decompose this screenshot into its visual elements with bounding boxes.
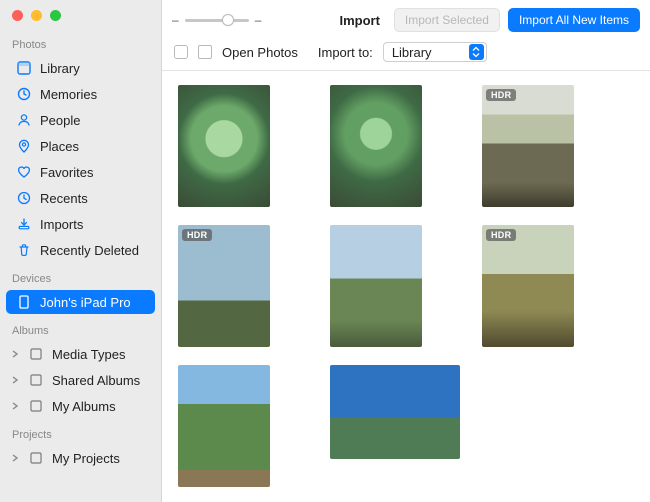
sidebar-item-memories[interactable]: Memories [6,82,155,106]
section-label-albums: Albums [0,315,161,341]
topbar: – – Import Import Selected Import All Ne… [162,0,650,38]
hdr-badge: HDR [486,89,516,101]
zoom-window[interactable] [50,10,61,21]
sidebar-item-recently-deleted[interactable]: Recently Deleted [6,238,155,262]
select-value: Library [392,45,432,60]
select-arrows-icon [469,44,484,60]
import-to-label: Import to: [318,45,373,60]
album-icon [28,372,44,388]
section-label-projects: Projects [0,419,161,445]
chevron-right-icon [10,402,20,410]
sidebar-item-imports[interactable]: Imports [6,212,155,236]
library-icon [16,60,32,76]
sidebar-item-label: Memories [40,87,97,102]
chevron-right-icon [10,376,20,384]
sidebar-item-device[interactable]: John's iPad Pro [6,290,155,314]
sidebar-item-label: Favorites [40,165,93,180]
chevron-right-icon [10,350,20,358]
import-toolbar: Open Photos Import to: Library [162,38,650,71]
open-photos-label: Open Photos [222,45,298,60]
section-label-photos: Photos [0,29,161,55]
sidebar-item-label: Recently Deleted [40,243,139,258]
sidebar-item-recents[interactable]: Recents [6,186,155,210]
import-destination-select[interactable]: Library [383,42,487,62]
photo-thumbnail[interactable] [178,85,270,207]
sidebar: Photos Library Memories People Places [0,0,162,502]
album-icon [28,346,44,362]
select-all-checkbox[interactable] [174,45,188,59]
thumbnail-grid: HDR HDR HDR [162,71,650,502]
main-pane: – – Import Import Selected Import All Ne… [162,0,650,502]
clock-icon [16,190,32,206]
trash-icon [16,242,32,258]
album-icon [28,398,44,414]
photo-thumbnail[interactable]: HDR [178,225,270,347]
import-selected-button[interactable]: Import Selected [394,8,500,32]
photo-thumbnail[interactable]: HDR [482,85,574,207]
photo-thumbnail[interactable] [330,365,460,459]
section-label-devices: Devices [0,263,161,289]
ipad-icon [16,294,32,310]
photo-thumbnail[interactable]: HDR [482,225,574,347]
hdr-badge: HDR [182,229,212,241]
sidebar-item-label: My Albums [52,399,116,414]
sidebar-item-label: Places [40,139,79,154]
hdr-badge: HDR [486,229,516,241]
sidebar-item-label: My Projects [52,451,120,466]
album-icon [28,450,44,466]
sidebar-item-label: John's iPad Pro [40,295,131,310]
open-photos-checkbox[interactable] [198,45,212,59]
slider-min-icon: – [172,13,179,27]
sidebar-item-label: Library [40,61,80,76]
close-window[interactable] [12,10,23,21]
people-icon [16,112,32,128]
heart-icon [16,164,32,180]
sidebar-item-favorites[interactable]: Favorites [6,160,155,184]
app-window: Photos Library Memories People Places [0,0,650,502]
sidebar-item-label: Imports [40,217,83,232]
sidebar-item-people[interactable]: People [6,108,155,132]
import-all-new-button[interactable]: Import All New Items [508,8,640,32]
slider-max-icon: – [255,13,262,27]
photo-thumbnail[interactable] [330,85,422,207]
photo-thumbnail[interactable] [330,225,422,347]
memories-icon [16,86,32,102]
sidebar-item-places[interactable]: Places [6,134,155,158]
window-controls [0,0,161,29]
sidebar-item-label: Media Types [52,347,125,362]
chevron-right-icon [10,454,20,462]
sidebar-item-label: Recents [40,191,88,206]
sidebar-item-library[interactable]: Library [6,56,155,80]
sidebar-item-shared-albums[interactable]: Shared Albums [6,368,155,392]
minimize-window[interactable] [31,10,42,21]
thumbnail-size-control: – – [172,13,261,27]
sidebar-item-my-projects[interactable]: My Projects [6,446,155,470]
sidebar-item-label: People [40,113,80,128]
sidebar-item-my-albums[interactable]: My Albums [6,394,155,418]
places-icon [16,138,32,154]
photo-thumbnail[interactable] [178,365,270,487]
thumbnail-size-slider[interactable] [185,19,249,22]
sidebar-item-label: Shared Albums [52,373,140,388]
tab-import[interactable]: Import [339,13,379,28]
sidebar-item-media-types[interactable]: Media Types [6,342,155,366]
import-icon [16,216,32,232]
